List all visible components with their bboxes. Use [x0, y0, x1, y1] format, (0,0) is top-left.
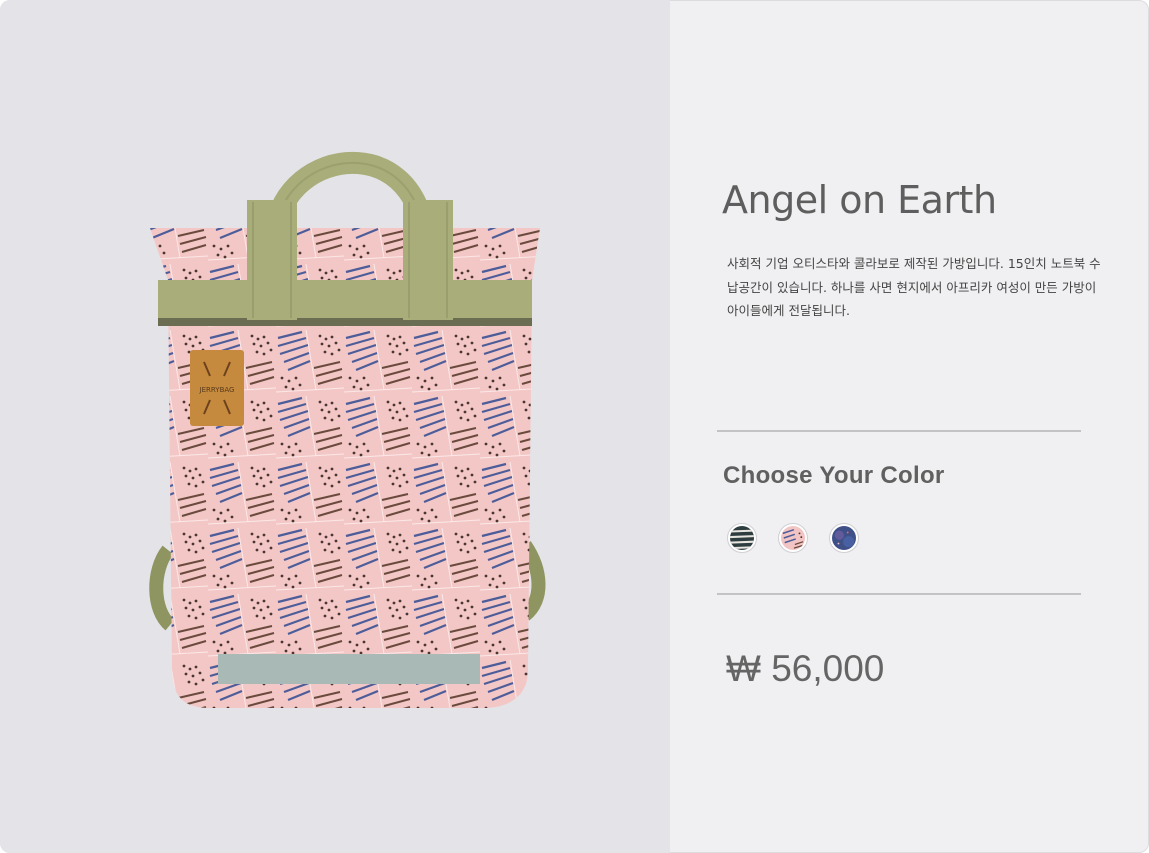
color-swatch-dark-stripe[interactable]: [727, 523, 757, 553]
patch-label: JERRYBAG: [199, 386, 235, 394]
product-price: ₩ 56,000: [726, 648, 885, 689]
product-image: JERRYBAG: [149, 151, 546, 708]
color-swatch-list: [727, 523, 859, 553]
product-image-panel: JERRYBAG: [0, 0, 670, 853]
product-title: Angel on Earth: [722, 178, 997, 222]
color-swatch-navy-galaxy[interactable]: [829, 523, 859, 553]
product-info-panel: Angel on Earth 사회적 기업 오티스타와 콜라보로 제작된 가방입…: [670, 0, 1149, 853]
color-swatch-pink-pattern[interactable]: [778, 523, 808, 553]
color-section-heading: Choose Your Color: [723, 462, 945, 489]
product-description: 사회적 기업 오티스타와 콜라보로 제작된 가방입니다. 15인치 노트북 수납…: [727, 256, 1101, 318]
divider: [717, 593, 1081, 595]
divider: [717, 430, 1081, 432]
product-card: JERRYBAG Angel on Earth 사회적 기업 오티스타와 콜라보…: [0, 0, 1149, 853]
